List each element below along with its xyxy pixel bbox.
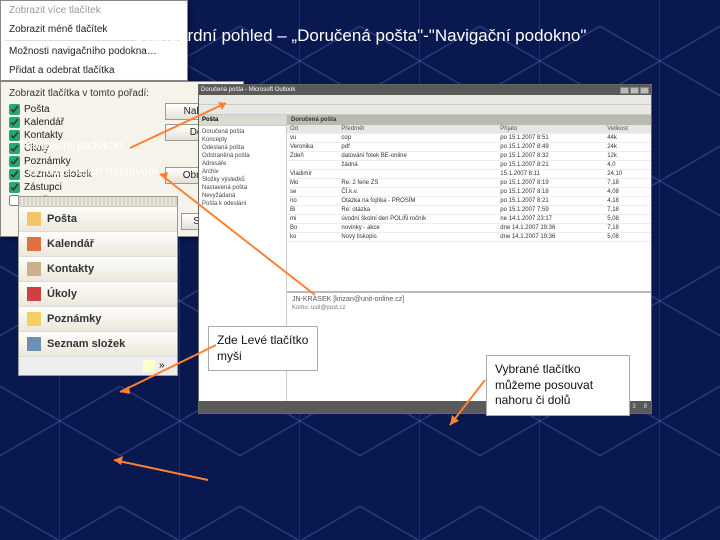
nav-button-label: Poznámky	[47, 313, 101, 325]
folder-item[interactable]: Nevyžádaná	[202, 192, 283, 200]
checkbox[interactable]	[9, 169, 20, 180]
checkbox[interactable]	[9, 156, 20, 167]
col-header[interactable]: Přijato	[497, 125, 604, 134]
chevron-icon[interactable]: »	[159, 360, 171, 372]
nav-button-label: Úkoly	[47, 288, 77, 300]
checkbox[interactable]	[9, 117, 20, 128]
table-row[interactable]: miúvodní školní den POLIŇ ročníkne 14.1.…	[287, 215, 651, 224]
outlook-toolbar[interactable]	[199, 105, 651, 115]
folder-item[interactable]: Archiv	[202, 168, 283, 176]
table-row[interactable]: Veronikapdfpo 15.1.2007 8:4924k	[287, 143, 651, 152]
mail-icon	[27, 212, 41, 226]
tasks-icon	[27, 287, 41, 301]
table-row[interactable]: MoRe: 2 ferie ZSpo 15.1.2007 8:197,18	[287, 179, 651, 188]
folder-item[interactable]: Adresáře	[202, 160, 283, 168]
nav-button-kalendář[interactable]: Kalendář	[19, 232, 177, 257]
checkbox[interactable]	[9, 182, 20, 193]
preview-from: JN-KRASEK [krizan@unit-online.cz]	[292, 296, 646, 303]
menu-item[interactable]: Přidat a odebrat tlačítka	[1, 61, 187, 80]
folder-item[interactable]: Odeslaná pošta	[202, 144, 283, 152]
table-row[interactable]: koNový tiskopisdne 14.1.2007 19:365,08	[287, 233, 651, 242]
folder-item[interactable]: Odstraněná pošta	[202, 152, 283, 160]
folder-item[interactable]: Složky výsledků	[202, 176, 283, 184]
shortcut-icon[interactable]	[143, 360, 155, 372]
outlook-titlebar: Doručená pošta - Microsoft Outlook	[199, 85, 651, 95]
slide-title: Standardní pohled – „Doručená pošta"-"Na…	[0, 26, 720, 46]
option-check[interactable]: Zástupci	[9, 181, 157, 194]
calendar-icon	[27, 237, 41, 251]
nav-header: Pošta	[199, 115, 286, 126]
contacts-icon	[27, 262, 41, 276]
grip-handle[interactable]	[19, 197, 177, 207]
folder-item[interactable]: Pošta k odeslání	[202, 200, 283, 208]
checkbox[interactable]	[9, 143, 20, 154]
maximize-icon[interactable]	[630, 87, 639, 94]
option-check[interactable]: Kalendář	[9, 116, 157, 129]
table-row[interactable]: žádnápo 15.1.2007 8:214,0	[287, 161, 651, 170]
nav-button-label: Pošta	[47, 213, 77, 225]
nav-buttons-panel: Pošta Kalendář Kontakty Úkoly Poznámky Seznam…	[18, 196, 178, 376]
caption-nav-pane: Navigační podokno	[20, 138, 123, 152]
window-title: Doručená pošta - Microsoft Outlook	[201, 87, 295, 93]
nav-button-seznam složek[interactable]: Seznam složek	[19, 332, 177, 357]
nav-button-úkoly[interactable]: Úkoly	[19, 282, 177, 307]
nav-button-kontakty[interactable]: Kontakty	[19, 257, 177, 282]
nav-button-label: Kontakty	[47, 263, 94, 275]
callout-move-btn: Vybrané tlačítko můžeme posouvat nahoru …	[486, 355, 630, 416]
table-row[interactable]: Bonovinky - akcedne 14.1.2007 19:367,18	[287, 224, 651, 233]
callout-left-click: Zde Levé tlačítko myši	[208, 326, 318, 371]
close-icon[interactable]	[640, 87, 649, 94]
checkbox[interactable]	[9, 104, 20, 115]
folder-item[interactable]: Doručená pošta	[202, 128, 283, 136]
nav-button-label: Kalendář	[47, 238, 94, 250]
checkbox[interactable]	[9, 130, 20, 141]
folder-item[interactable]: Nastavená pošta	[202, 184, 283, 192]
notes-icon	[27, 312, 41, 326]
nav-button-label: Seznam složek	[47, 338, 125, 350]
nav-button-pošta[interactable]: Pošta	[19, 207, 177, 232]
table-row[interactable]: noOtázka na fojtíka - PROSÍMpo 15.1.2007…	[287, 197, 651, 206]
caption-buttons: Tlačítka a jejich nastavení	[20, 164, 158, 178]
table-row[interactable]: Vladimír15.1.2007 8:1124,10	[287, 170, 651, 179]
table-row[interactable]: BiRe: otázkapo 15.1.2007 7:597,18	[287, 206, 651, 215]
col-header[interactable]: Předmět	[338, 125, 497, 134]
preview-to: Komu: usti@post.cz	[292, 305, 646, 311]
minimize-icon[interactable]	[620, 87, 629, 94]
menu-item: Zobrazit více tlačítek	[1, 1, 187, 20]
table-row[interactable]: vucoppo 15.1.2007 8:5144k	[287, 134, 651, 143]
table-row[interactable]: seČÍ.k.v.po 15.1.2007 8:184,08	[287, 188, 651, 197]
col-header[interactable]: Od	[287, 125, 338, 134]
option-check[interactable]: Pošta	[9, 103, 157, 116]
table-row[interactable]: Zdeňdatování fotek BE-onlinepo 15.1.2007…	[287, 152, 651, 161]
folder-item[interactable]: Koncepty	[202, 136, 283, 144]
nav-button-poznámky[interactable]: Poznámky	[19, 307, 177, 332]
col-header[interactable]: Velikost	[604, 125, 651, 134]
folder-header: Doručená pošta	[287, 115, 651, 125]
outlook-menubar[interactable]	[199, 95, 651, 105]
message-list[interactable]: OdPředmětPřijatoVelikostvucoppo 15.1.200…	[287, 125, 651, 291]
folders-icon	[27, 337, 41, 351]
